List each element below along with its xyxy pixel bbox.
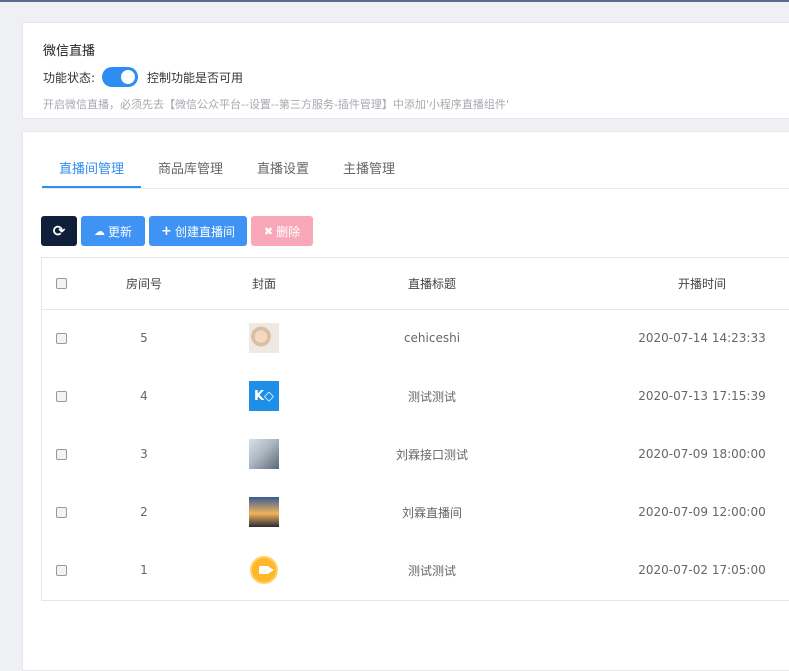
toggle-knob: [121, 70, 136, 84]
column-header-cover: 封面: [251, 277, 276, 291]
toolbar: ⟳ ☁ 更新 + 创建直播间 ✖ 删除: [41, 216, 313, 246]
video-camera-icon: [259, 566, 274, 574]
settings-card: 微信直播 功能状态: 控制功能是否可用 开启微信直播，必须先去【微信公众平台--…: [22, 22, 789, 119]
row-checkbox[interactable]: [55, 564, 67, 576]
setup-notice: 开启微信直播，必须先去【微信公众平台--设置--第三方服务-插件管理】中添加'小…: [43, 98, 509, 111]
row-checkbox[interactable]: [55, 390, 67, 402]
start-time: 2020-07-13 17:15:39: [638, 389, 766, 403]
delete-label: 删除: [276, 224, 301, 239]
room-title: 刘霖接口测试: [395, 447, 468, 462]
create-room-button[interactable]: + 创建直播间: [149, 216, 247, 246]
room-id: 1: [140, 563, 148, 577]
room-id: 4: [140, 389, 148, 403]
top-border: [0, 0, 789, 2]
update-label: 更新: [107, 224, 132, 239]
row-checkbox[interactable]: [55, 332, 67, 344]
page-title: 微信直播: [43, 44, 96, 59]
row-checkbox[interactable]: [55, 506, 67, 518]
tab-product-library[interactable]: 商品库管理: [141, 150, 240, 188]
tab-live-settings[interactable]: 直播设置: [240, 150, 326, 188]
desk-thumbnail: [249, 439, 279, 469]
create-room-label: 创建直播间: [174, 224, 235, 239]
status-row: 功能状态: 控制功能是否可用: [43, 67, 243, 87]
room-id: 2: [140, 505, 148, 519]
room-id: 3: [140, 447, 148, 461]
room-title: 测试测试: [407, 389, 456, 404]
room-title: cehiceshi: [403, 331, 461, 345]
camera-thumbnail: [250, 556, 278, 584]
sunset-thumbnail: [249, 497, 279, 527]
column-header-start-time: 开播时间: [677, 277, 726, 291]
room-id: 5: [140, 331, 148, 345]
table-header: 房间号 封面 直播标题 开播时间: [42, 258, 789, 310]
refresh-button[interactable]: ⟳: [41, 216, 77, 246]
column-header-title: 直播标题: [407, 277, 456, 291]
select-all-checkbox[interactable]: [55, 278, 67, 289]
tab-room-management[interactable]: 直播间管理: [42, 150, 142, 188]
table-row[interactable]: 4 K◇ 测试测试 2020-07-13 17:15:39: [42, 367, 789, 425]
update-button[interactable]: ☁ 更新: [81, 216, 145, 246]
cloud-upload-icon: ☁: [93, 224, 105, 238]
room-title: 刘霖直播间: [401, 505, 462, 520]
plus-icon: +: [161, 223, 172, 239]
row-checkbox[interactable]: [55, 448, 67, 460]
logo-thumbnail: K◇: [249, 381, 279, 411]
feature-toggle[interactable]: [102, 67, 139, 87]
table-row[interactable]: 2 刘霖直播间 2020-07-09 12:00:00: [42, 483, 789, 541]
delete-button[interactable]: ✖ 删除: [251, 216, 313, 246]
start-time: 2020-07-02 17:05:00: [638, 563, 766, 577]
room-title: 测试测试: [407, 563, 456, 578]
tab-bar: 直播间管理 商品库管理 直播设置 主播管理: [42, 150, 412, 188]
status-label: 功能状态:: [43, 70, 96, 85]
toggle-hint: 控制功能是否可用: [147, 70, 244, 85]
table-row[interactable]: 1 测试测试 2020-07-02 17:05:00: [42, 541, 789, 599]
table-row[interactable]: 5 cehiceshi 2020-07-14 14:23:33: [42, 309, 789, 367]
food-thumbnail: [249, 323, 279, 353]
room-table: 房间号 封面 直播标题 开播时间 5 cehiceshi 2020-07-14 …: [41, 257, 789, 601]
tab-anchor-management[interactable]: 主播管理: [326, 150, 412, 188]
start-time: 2020-07-09 12:00:00: [638, 505, 766, 519]
table-row[interactable]: 3 刘霖接口测试 2020-07-09 18:00:00: [42, 425, 789, 483]
close-icon: ✖: [263, 224, 274, 238]
column-header-room-id: 房间号: [125, 277, 162, 291]
start-time: 2020-07-14 14:23:33: [638, 331, 766, 345]
start-time: 2020-07-09 18:00:00: [638, 447, 766, 461]
main-card: 直播间管理 商品库管理 直播设置 主播管理 ⟳ ☁ 更新 + 创建直播间 ✖ 删…: [22, 131, 789, 671]
tab-divider: [42, 188, 789, 189]
refresh-icon: ⟳: [52, 222, 66, 240]
